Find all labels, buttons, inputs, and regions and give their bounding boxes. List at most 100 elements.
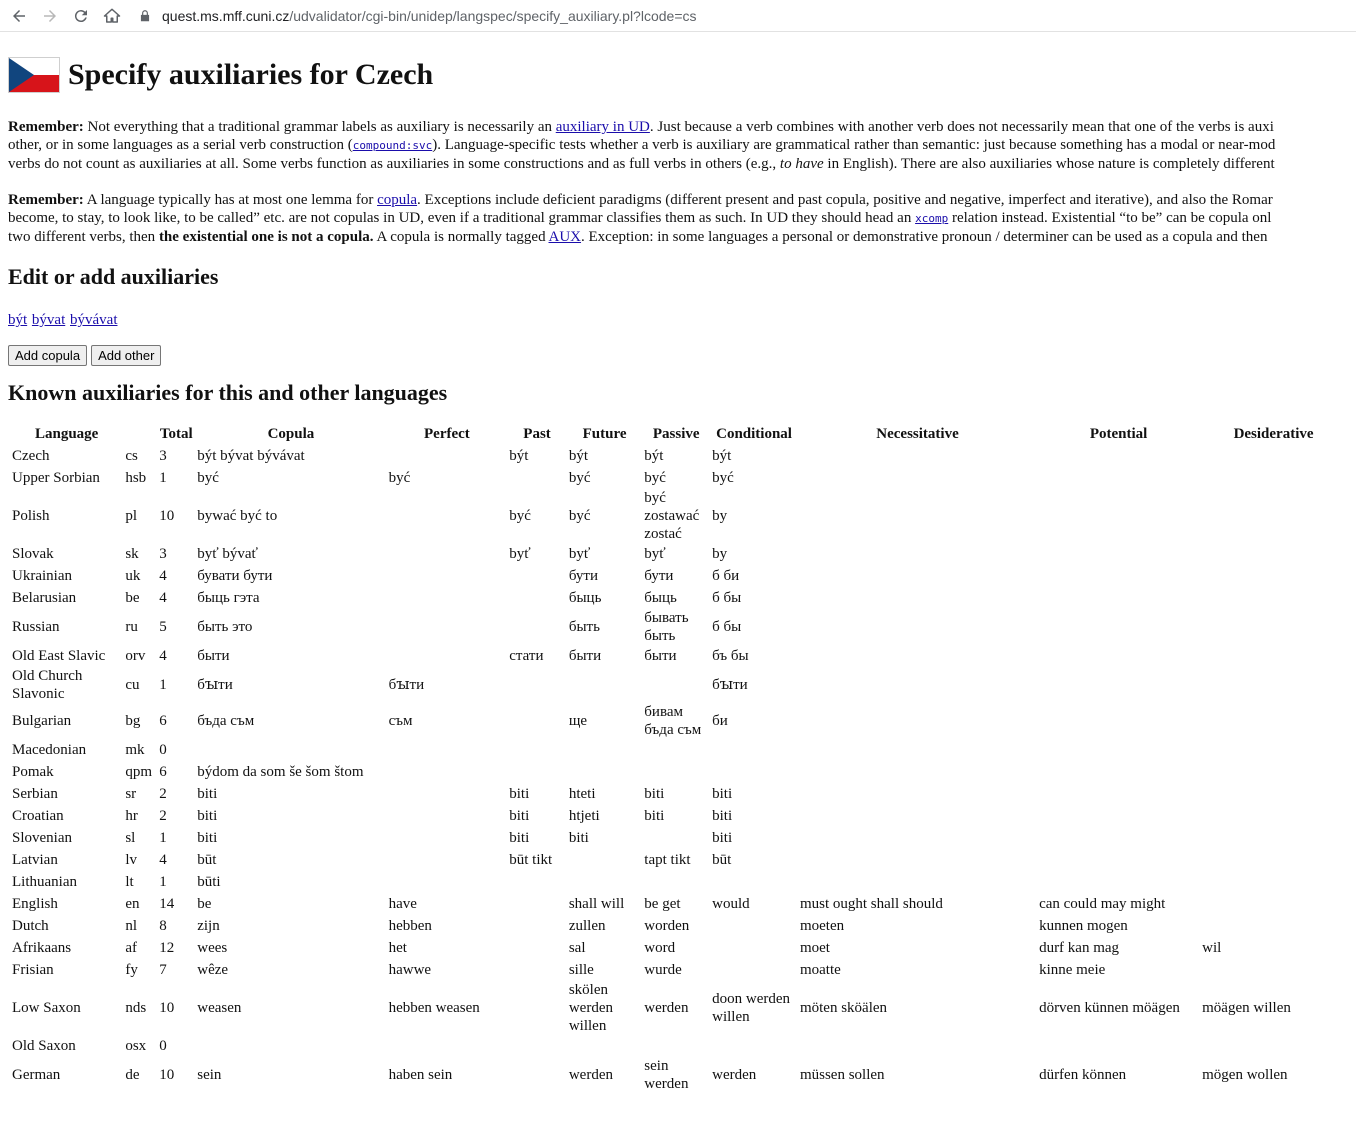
table-cell: бъда съм (197, 713, 255, 729)
remark-copula: Remember: A language typically has at mo… (8, 191, 1348, 246)
aux-link-byvat[interactable]: bývat (32, 312, 65, 328)
table-cell (508, 667, 566, 703)
aux-tag-link[interactable]: AUX (549, 229, 582, 245)
table-cell (388, 609, 507, 645)
table-cell (799, 467, 1036, 489)
table-cell (1038, 827, 1199, 849)
home-icon[interactable] (100, 4, 124, 28)
table-cell (508, 739, 566, 761)
table-cell: Lithuanian (12, 874, 77, 890)
table-cell (799, 445, 1036, 467)
remark-text: A language typically has at most one lem… (83, 192, 378, 208)
table-cell (799, 849, 1036, 871)
table-cell: moeten (799, 918, 845, 934)
back-arrow-icon[interactable] (7, 4, 31, 28)
table-cell: 10 (159, 1000, 175, 1016)
table-cell: 2 (159, 808, 167, 824)
table-cell: бꙑти (197, 677, 233, 693)
aux-link-byvavat[interactable]: bývávat (70, 312, 117, 328)
add-other-button[interactable]: Add other (91, 345, 162, 366)
table-cell (508, 703, 566, 739)
table-cell: sr (125, 786, 137, 802)
title-row: Specify auxiliaries for Czech (8, 32, 1348, 118)
table-cell: de (125, 1067, 140, 1083)
table-cell: být (509, 448, 529, 464)
table-row: Afrikaans af 12 wees het sal word moet durf kan … (11, 937, 1346, 959)
table-cell (1038, 609, 1199, 645)
table-cell: Ukrainian (12, 568, 72, 584)
table-cell: be (125, 590, 140, 606)
table-cell: would (712, 896, 750, 912)
table-cell (1201, 645, 1346, 667)
page-content: Specify auxiliaries for Czech Remember: … (0, 32, 1356, 1093)
table-cell (388, 761, 507, 783)
table-cell (388, 805, 507, 827)
table-cell: Polish (12, 508, 50, 524)
table-cell: Bulgarian (12, 713, 72, 729)
table-cell (568, 667, 641, 703)
table-cell (508, 893, 566, 915)
table-cell (799, 609, 1036, 645)
table-cell: cu (125, 677, 140, 693)
table-cell: Low Saxon (12, 1000, 81, 1016)
table-cell: būt tikt (509, 852, 553, 868)
table-cell (799, 761, 1036, 783)
table-cell: sein (197, 1067, 222, 1083)
table-cell: biti (509, 786, 530, 802)
table-row: Lithuanian lt 1 būti (11, 871, 1346, 893)
table-cell (1038, 783, 1199, 805)
table-cell: być (644, 470, 666, 486)
table-cell: być (388, 470, 411, 486)
table-cell (508, 609, 566, 645)
table-cell (508, 1057, 566, 1093)
xcomp-link[interactable]: xcomp (915, 212, 948, 225)
url-path: /udvalidator/cgi-bin/unidep/langspec/spe… (289, 7, 697, 24)
table-cell (568, 849, 641, 871)
lock-icon (140, 9, 150, 21)
remark-emphasis: the existential one is not a copula. (158, 229, 374, 245)
table-row: Latvian lv 4 būt būt tikt tapt tikt būt (11, 849, 1346, 871)
aux-link-byt[interactable]: být (8, 312, 27, 328)
table-cell: word (644, 940, 676, 956)
table-cell (711, 871, 797, 893)
table-cell (643, 667, 709, 703)
add-copula-button[interactable]: Add copula (8, 345, 88, 366)
table-row: Old Church Slavonic cu 1 бꙑти бꙑти бꙑти (11, 667, 1346, 703)
forward-arrow-icon[interactable] (38, 4, 62, 28)
table-cell: съм (388, 713, 413, 729)
table-cell: kinne meie (1039, 962, 1106, 978)
table-cell: býdom da som še šom štom (197, 764, 364, 780)
table-cell: möten sköälen (799, 1000, 888, 1016)
table-cell (1038, 849, 1199, 871)
table-row: Dutch nl 8 zijn hebben zullen worden moeten kunn… (11, 915, 1346, 937)
table-cell: biti (712, 808, 733, 824)
table-cell: bg (125, 713, 141, 729)
table-cell: 2 (159, 786, 167, 802)
table-cell: быти (568, 648, 602, 664)
table-cell (799, 827, 1036, 849)
table-cell: shall will (568, 896, 625, 912)
table-cell (1201, 609, 1346, 645)
table-cell: byť (644, 546, 666, 562)
table-cell: biti (712, 786, 733, 802)
reload-icon[interactable] (69, 4, 93, 28)
page-title: Specify auxiliaries for Czech (68, 58, 434, 91)
table-row: Frisian fy 7 wêze hawwe sille wurde moatte kinne… (11, 959, 1346, 981)
address-bar[interactable]: quest.ms.mff.cuni.cz/udvalidator/cgi-bin… (138, 3, 1356, 29)
table-cell (508, 761, 566, 783)
table-cell: 14 (159, 896, 175, 912)
auxiliary-in-ud-link[interactable]: auxiliary in UD (556, 119, 650, 135)
table-cell (388, 849, 507, 871)
table-row: Polish pl 10 bywać być to być być być zostawać… (11, 489, 1346, 543)
table-cell: Russian (12, 619, 60, 635)
table-cell (1201, 871, 1346, 893)
table-cell: 10 (159, 508, 175, 524)
table-cell: бути (568, 568, 598, 584)
compound-svc-link[interactable]: compound:svc (353, 139, 432, 152)
table-cell (1038, 805, 1199, 827)
copula-link[interactable]: copula (377, 192, 417, 208)
table-cell: быць (568, 590, 602, 606)
table-cell: kunnen mogen (1039, 918, 1128, 934)
table-cell: 5 (159, 619, 167, 635)
table-cell (508, 915, 566, 937)
